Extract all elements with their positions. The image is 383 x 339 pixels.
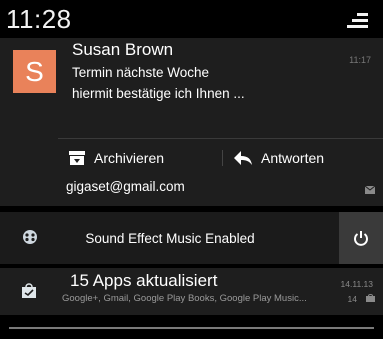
apps-count: 14: [347, 294, 357, 304]
quick-settings-icon[interactable]: [347, 12, 369, 30]
notification-subject: Termin nächste Woche: [72, 65, 210, 80]
mail-icon: [365, 186, 375, 194]
action-separator: [222, 150, 223, 166]
notification-snippet: hiermit bestätige ich Ihnen ...: [72, 86, 245, 101]
account-email: gigaset@gmail.com: [66, 179, 185, 194]
reply-icon: [234, 151, 252, 165]
divider: [58, 138, 383, 139]
avatar: S: [13, 50, 56, 93]
reply-label: Antworten: [261, 150, 325, 166]
archive-label: Archivieren: [94, 150, 165, 166]
notification-time: 11:17: [349, 55, 371, 65]
store-icon: [22, 283, 36, 298]
clock: 11:28: [6, 4, 72, 34]
reply-button[interactable]: Antworten: [233, 148, 324, 168]
apps-subtitle: Google+, Gmail, Google Play Books, Googl…: [62, 293, 307, 304]
shade-drag-handle[interactable]: [9, 327, 374, 329]
archive-button[interactable]: Archivieren: [68, 148, 164, 168]
store-small-icon: [366, 294, 375, 302]
power-icon: [354, 231, 368, 246]
apps-time: 14.11.13: [340, 279, 373, 289]
power-button[interactable]: [339, 212, 383, 264]
apps-title: 15 Apps aktualisiert: [70, 271, 218, 290]
notification-sender: Susan Brown: [72, 40, 174, 59]
archive-icon: [69, 151, 85, 165]
sound-effect-text: Sound Effect Music Enabled: [85, 231, 255, 246]
status-bar: 11:28: [0, 0, 383, 38]
